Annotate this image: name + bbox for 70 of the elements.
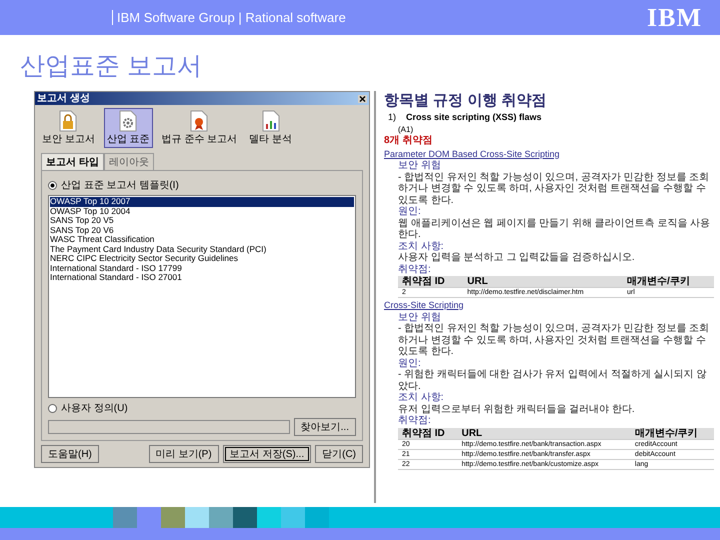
banner-image (185, 507, 209, 528)
section-text: 유저 입력으로부터 위험한 캐릭터들을 걸러내야 한다. (398, 404, 636, 415)
item-heading: Cross site scripting (XSS) flaws (406, 112, 542, 124)
column-header: URL (463, 276, 624, 288)
list-item[interactable]: OWASP Top 10 2007 (50, 197, 354, 206)
logo: IBM (647, 2, 702, 32)
document-icon (119, 110, 138, 132)
section-text: - 위험한 캐릭터들에 대한 검사가 유저 입력에서 적절하게 실시되지 않았다. (398, 369, 708, 392)
list-item[interactable]: The Payment Card Industry Data Security Standard (PCI) (50, 244, 354, 254)
vulnerability-count: 8개 취약점 (384, 135, 434, 146)
column-header: 매개변수/쿠키 (623, 276, 714, 288)
item-number: 1) (388, 112, 396, 124)
document-icon (59, 110, 78, 132)
section-text: - 합법적인 유저인 척할 가능성이 있으며, 공격자가 민감한 정보를 조회하거나 변경할 수 있도록 하며, 사용자인 것처럼 트랜잭션을 수행할 수 있도록 한다. (398, 323, 710, 358)
header-title: IBM Software Group | Rational software (112, 10, 346, 25)
item-code: (A1) (398, 124, 414, 135)
radio-label[interactable]: 산업 표준 보고서 템플릿(I) (61, 178, 179, 192)
report-title: 항목별 규정 이행 취약점 (384, 91, 548, 110)
toolbar-button[interactable]: 보안 보고서 (39, 108, 98, 148)
help-button[interactable]: 도움말(H) (41, 445, 99, 463)
list-item[interactable]: WASC Threat Classification (50, 235, 354, 244)
banner-image (137, 507, 161, 528)
banner-image (113, 507, 137, 528)
section-text: - 합법적인 유저인 척할 가능성이 있으며, 공격자가 민감한 정보를 조회하거나 변경할 수 있도록 하며, 사용자인 것처럼 트랜잭션을 수행할 수 있도록 한다. (398, 172, 710, 206)
column-header: 매개변수/쿠키 (630, 428, 714, 439)
section-heading: 원인: (398, 358, 422, 369)
close-icon[interactable] (358, 94, 367, 102)
toolbar-button[interactable]: 산업 표준 (104, 108, 153, 148)
dialog-button[interactable]: 보고서 저장(S)... (222, 445, 312, 463)
section-text: 사용자 입력을 분석하고 그 입력값들을 검증하십시오. (398, 252, 636, 264)
toolbar-button[interactable]: 델타 분석 (246, 108, 295, 148)
dialog-button[interactable]: 닫기(C) (315, 445, 363, 463)
tab[interactable]: 보고서 타입 (41, 153, 104, 170)
issue-link[interactable]: Parameter DOM Based Cross-Site Scripting (384, 148, 560, 158)
banner-image (209, 507, 233, 528)
dialog-button[interactable]: 미리 보기(P) (148, 445, 219, 463)
column-header: URL (458, 428, 631, 439)
list-item[interactable]: International Standard - ISO 17799 (50, 264, 354, 273)
radio-button[interactable] (48, 404, 57, 412)
section-heading: 조치 사항: (398, 392, 445, 404)
document-icon (262, 110, 280, 132)
banner-image (281, 507, 305, 528)
banner-image (305, 507, 329, 528)
section-heading: 보안 위험 (398, 160, 442, 172)
list-item[interactable]: OWASP Top 10 2004 (50, 206, 354, 216)
browse-button[interactable]: 찾아보기... (294, 418, 356, 436)
section-heading: 취약점: (398, 264, 432, 275)
radio-label[interactable]: 사용자 정의(U) (61, 401, 128, 415)
section-heading: 조치 사항: (398, 240, 445, 252)
section-text: 웹 애플리케이션은 웹 페이지를 만들기 위해 클라이언트측 로직을 사용한다. (398, 218, 712, 240)
column-header: 취약점 ID (398, 428, 458, 439)
banner-image (233, 507, 257, 528)
path-field[interactable] (48, 420, 290, 434)
list-item[interactable]: SANS Top 20 V6 (50, 226, 354, 235)
list-item[interactable]: SANS Top 20 V5 (50, 216, 354, 226)
banner-image (161, 507, 185, 528)
banner-image (257, 507, 281, 528)
section-heading: 보안 위험 (398, 312, 442, 323)
document-icon (190, 110, 208, 132)
tab[interactable]: 레이아웃 (104, 153, 154, 170)
radio-button[interactable] (48, 180, 57, 190)
issue-link[interactable]: Cross-Site Scripting (384, 300, 464, 310)
dialog-title: 보고서 생성 (37, 92, 90, 104)
list-item[interactable]: International Standard - ISO 27001 (50, 273, 354, 282)
list-item[interactable]: NERC CIPC Electricity Sector Security Guidelines (50, 254, 354, 264)
section-heading: 원인: (398, 206, 422, 218)
toolbar-button[interactable]: 법규 준수 보고서 (158, 108, 240, 148)
column-header: 취약점 ID (398, 276, 464, 288)
slide-title: 산업표준 보고서 (19, 51, 203, 82)
section-heading: 취약점: (398, 415, 432, 426)
